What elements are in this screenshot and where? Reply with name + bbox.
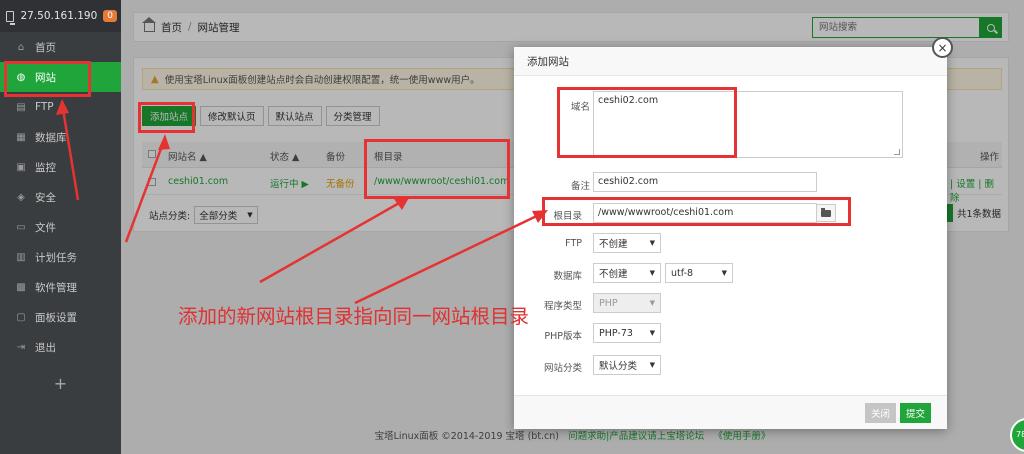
dialog-footer: 关闭 提交 (514, 395, 947, 429)
server-ip: 27.50.161.190 (20, 10, 98, 22)
monitor-icon: ▣ (16, 161, 26, 173)
highlight-domain-field (557, 87, 737, 158)
highlight-root-column (364, 139, 510, 199)
sidebar-item-files[interactable]: ▭ 文件 (0, 212, 121, 242)
settings-icon: ▢ (16, 311, 26, 323)
ftp-icon: ▤ (16, 101, 26, 113)
server-header: 27.50.161.190 0 (0, 0, 121, 32)
dialog-title: 添加网站 (514, 47, 947, 76)
sidebar-item-database[interactable]: ▦ 数据库 (0, 122, 121, 152)
program-type-label: 程序类型 (543, 301, 582, 312)
sidebar-item-cron[interactable]: ▥ 计划任务 (0, 242, 121, 272)
site-category-select[interactable]: 默认分类 ▼ (593, 355, 661, 375)
notification-badge[interactable]: 0 (103, 10, 117, 22)
sidebar-item-software[interactable]: ▩ 软件管理 (0, 272, 121, 302)
calendar-icon: ▥ (16, 251, 26, 263)
sidebar-item-home[interactable]: ⌂ 首页 (0, 32, 121, 62)
chevron-down-icon: ▼ (649, 299, 655, 307)
chevron-down-icon: ▼ (649, 269, 655, 277)
home-icon: ⌂ (17, 41, 25, 53)
software-icon: ▩ (16, 281, 26, 293)
annotation-caption: 添加的新网站根目录指向同一网站根目录 (178, 305, 530, 328)
ftp-label: FTP (565, 238, 582, 249)
submit-button[interactable]: 提交 (900, 403, 932, 423)
database-label: 数据库 (553, 271, 582, 282)
add-menu-button[interactable]: + (0, 374, 121, 393)
chevron-down-icon: ▼ (721, 269, 727, 277)
sidebar-item-settings[interactable]: ▢ 面板设置 (0, 302, 121, 332)
ftp-select[interactable]: 不创建 ▼ (593, 233, 661, 253)
database-select[interactable]: 不创建 ▼ (593, 263, 661, 283)
resize-handle[interactable] (894, 149, 900, 155)
close-icon[interactable]: × (932, 37, 953, 58)
remark-input[interactable]: ceshi02.com (593, 172, 817, 192)
highlight-website-menu (4, 61, 91, 97)
logout-icon: ⇥ (16, 341, 26, 353)
chevron-down-icon: ▼ (649, 329, 655, 337)
highlight-root-field (542, 197, 851, 226)
chevron-down-icon: ▼ (649, 239, 655, 247)
program-type-select: PHP ▼ (593, 293, 661, 313)
chevron-down-icon: ▼ (649, 361, 655, 369)
database-icon: ▦ (16, 131, 26, 143)
sidebar-item-monitor[interactable]: ▣ 监控 (0, 152, 121, 182)
site-category-label: 网站分类 (543, 363, 582, 374)
php-version-select[interactable]: PHP-73 ▼ (593, 323, 661, 343)
highlight-add-site-button (138, 102, 195, 133)
file-icon: ▭ (16, 221, 26, 233)
sidebar-item-security[interactable]: ◈ 安全 (0, 182, 121, 212)
remark-label: 备注 (570, 181, 590, 192)
sidebar-item-logout[interactable]: ⇥ 退出 (0, 332, 121, 362)
php-version-label: PHP版本 (544, 331, 582, 342)
charset-select[interactable]: utf-8 ▼ (665, 263, 733, 283)
monitor-icon (6, 10, 16, 25)
shield-icon: ◈ (17, 191, 25, 203)
close-button[interactable]: 关闭 (865, 403, 897, 423)
